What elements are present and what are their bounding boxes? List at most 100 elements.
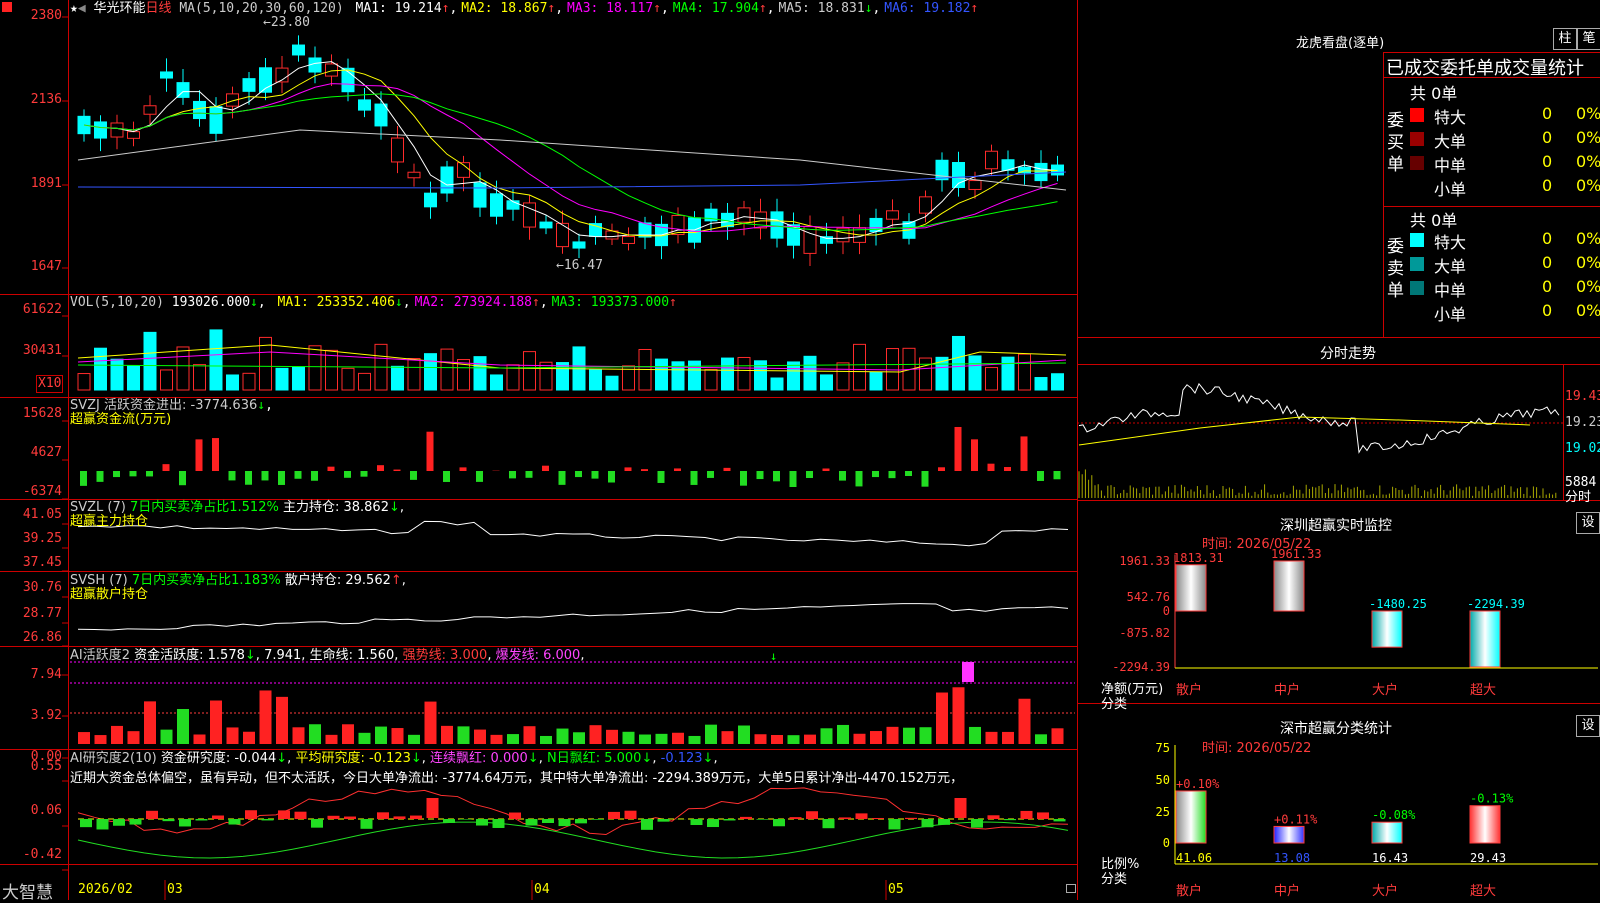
order-size-row: 大单 0 0% [1410, 253, 1600, 275]
intraday-vol-label: 分时 [1565, 490, 1591, 506]
candle [1035, 163, 1047, 180]
stats-axis-label: 50 [1156, 773, 1170, 787]
volume-bar [953, 336, 965, 390]
research-bar [542, 819, 554, 823]
order-pct: 0% [1576, 277, 1600, 296]
stats-axis-label: 0 [1163, 836, 1170, 850]
activity-bar [573, 732, 585, 744]
ma-legend-item: MA1: 19.214↑, [356, 1, 458, 16]
order-size-label: 特大 [1434, 104, 1466, 128]
lock-icon[interactable] [1066, 884, 1076, 893]
research-bar [295, 812, 307, 819]
activity-bar [408, 735, 420, 744]
activity-bar [969, 727, 981, 744]
activity-bar [887, 727, 899, 744]
order-size-row: 中单 0 0% [1410, 152, 1600, 174]
research-bar [905, 818, 917, 819]
period-label[interactable]: 日线 [146, 1, 172, 16]
research-bar [757, 819, 769, 820]
volume-bar [1052, 374, 1064, 390]
order-count: 0 [1542, 253, 1552, 272]
monitor-axis-label: 542.76 [1127, 590, 1170, 604]
candle [557, 223, 569, 246]
fund-flow-bar [542, 466, 549, 471]
candle [161, 72, 173, 78]
legend-swatch [1410, 257, 1424, 271]
volume-bar [656, 359, 668, 390]
ai-research-summary: 近期大资金总体偏空，虽有异动，但不太活跃，今日大单净流出: -3774.64万元… [70, 771, 1075, 787]
ai-research-header: AI研究度2(10) 资金研究度: -0.044↓, 平均研究度: -0.123… [70, 751, 718, 767]
fund-flow-bar [1004, 467, 1011, 471]
research-bar [1037, 812, 1049, 819]
vol-ma1-line [78, 345, 1066, 372]
activity-bar [359, 733, 371, 744]
ma-legend: MA1: 19.214↑,MA2: 18.867↑,MA3: 18.117↑,M… [352, 1, 979, 16]
activity-bar [194, 735, 206, 744]
stats-bar [1176, 791, 1206, 843]
stats-change-label: -0.08% [1372, 808, 1416, 822]
price-axis-label: 1891 [2, 176, 62, 192]
research-bar [113, 819, 125, 826]
ma6-line [78, 172, 1066, 188]
vol-legend-item: MA2: 273924.188↑, [415, 295, 548, 310]
fund-flow-bar [955, 427, 962, 471]
fund-flow-bar [526, 471, 533, 478]
activity-bar [920, 727, 932, 744]
research-bar [179, 819, 191, 826]
scroll-left-icon[interactable]: ◀ [78, 1, 86, 16]
volume-bar [111, 359, 123, 390]
fund-flow-bar [1054, 471, 1061, 479]
fund-flow-bar [625, 467, 632, 471]
order-pct: 0% [1576, 128, 1600, 147]
bar-mode-button[interactable]: 柱 [1553, 28, 1577, 50]
ai-activity-axis-label: 3.92 [2, 708, 62, 724]
activity-bar [342, 724, 354, 744]
volume-bar [606, 376, 618, 390]
fund-flow-bar [80, 471, 87, 486]
legend-swatch [1410, 156, 1424, 170]
svzl-title: 超赢主力持仓 [70, 514, 148, 530]
fund-flow-bar [872, 471, 879, 477]
fund-flow-bar [179, 471, 186, 485]
research-bar [575, 819, 587, 823]
order-pct: 0% [1576, 301, 1600, 320]
fund-flow-bar [724, 468, 731, 471]
volume-bar [722, 358, 734, 390]
order-pct: 0% [1576, 176, 1600, 195]
date-label: 04 [534, 882, 550, 898]
volume-bar [771, 378, 783, 390]
research-bar [163, 819, 175, 821]
candle [821, 237, 833, 244]
activity-bar [689, 736, 701, 744]
research-bar [839, 817, 851, 819]
longhu-title: 龙虎看盘(逐单) [1296, 32, 1384, 51]
research-bar [592, 819, 604, 820]
tick-mode-button[interactable]: 笔 [1577, 28, 1600, 50]
fund-flow-bar [460, 467, 467, 471]
stats-category-label: 中户 [1274, 883, 1300, 899]
volume-bar [425, 354, 437, 390]
research-bar [344, 817, 356, 819]
activity-bar [557, 729, 569, 744]
order-count: 0 [1542, 176, 1552, 195]
activity-bar [1002, 732, 1014, 744]
activity-bar [722, 731, 734, 744]
legend-swatch [1410, 132, 1424, 146]
stats-settings-button[interactable]: 设 [1576, 715, 1600, 737]
stats-change-label: -0.13% [1470, 792, 1514, 806]
monitor-settings-button[interactable]: 设 [1576, 512, 1600, 534]
svsh-axis-label: 28.77 [2, 606, 62, 622]
sell-total: 共 0单 [1410, 207, 1457, 231]
fund-flow-bar [674, 468, 681, 471]
monitor-category-label: 大户 [1372, 682, 1398, 698]
research-bar [460, 819, 472, 820]
volume-bar [689, 361, 701, 390]
ma-legend-item: MA4: 17.904↑, [673, 1, 775, 16]
favorite-star-icon[interactable]: ★ [70, 1, 78, 16]
order-count: 0 [1542, 277, 1552, 296]
fund-flow-bar [658, 471, 665, 483]
fund-flow-bar [1037, 471, 1044, 481]
research-bar [509, 813, 521, 819]
candle [441, 167, 453, 193]
activity-bar [78, 732, 90, 744]
